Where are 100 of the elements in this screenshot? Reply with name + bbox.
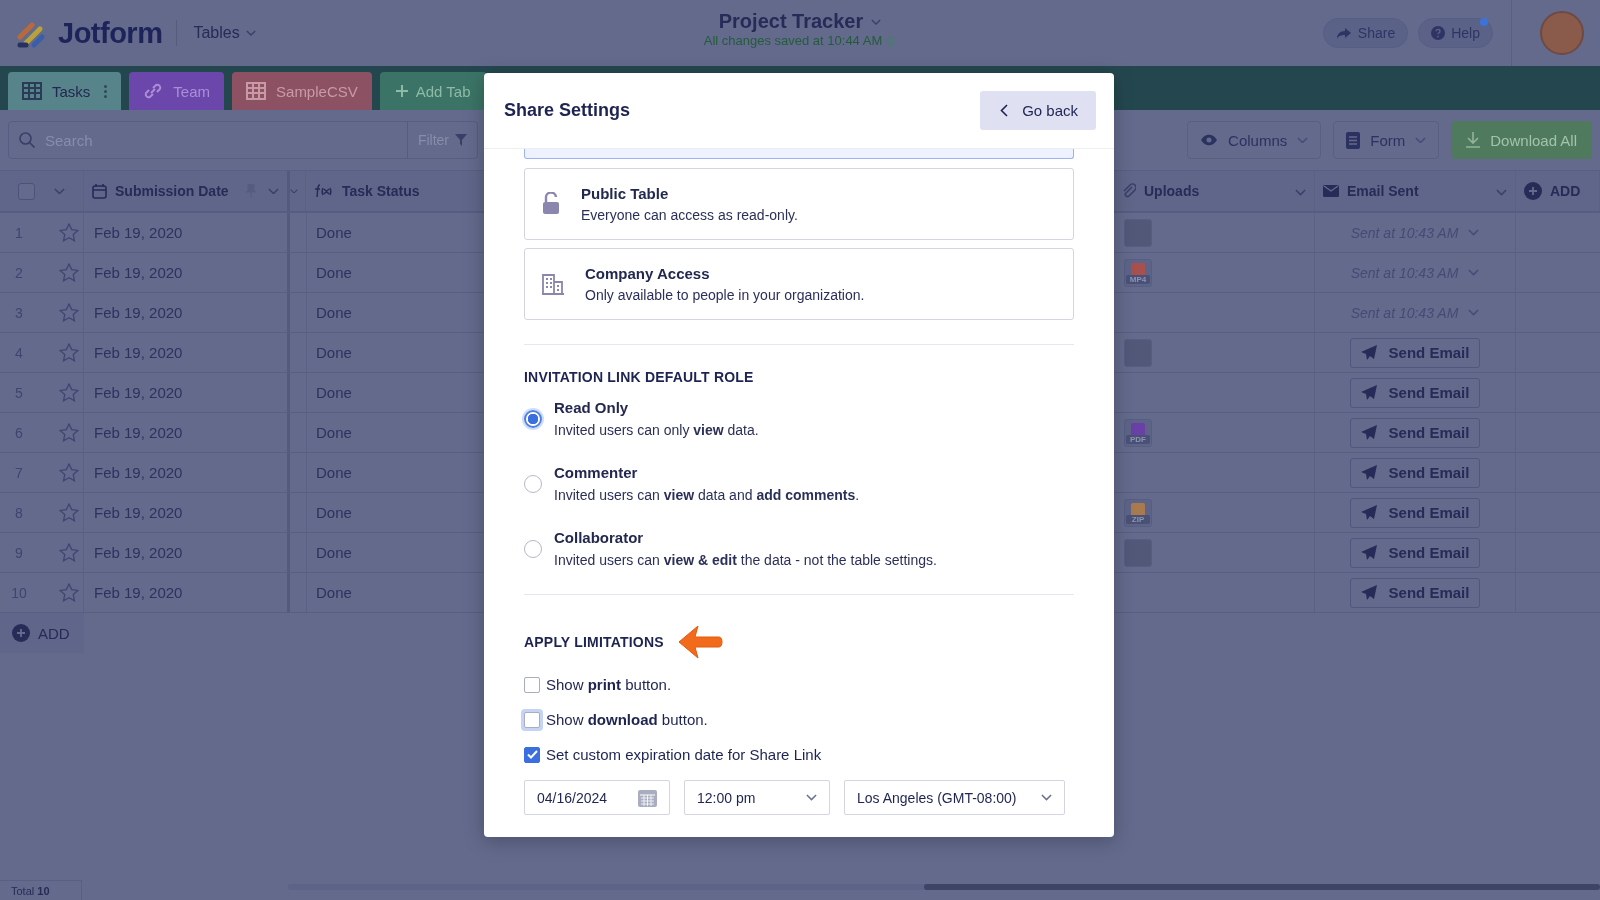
padlock-icon xyxy=(541,192,561,216)
table-cell: Feb 19, 2020 xyxy=(84,533,290,572)
more-icon[interactable] xyxy=(104,84,108,98)
tab[interactable]: Team xyxy=(129,72,225,110)
star-icon[interactable] xyxy=(59,503,79,522)
send-email-button[interactable]: Send Email xyxy=(1349,417,1481,448)
checkbox[interactable] xyxy=(524,676,540,693)
star-icon[interactable] xyxy=(59,303,79,322)
table-cell: Feb 19, 2020 xyxy=(84,213,290,252)
access-option-card[interactable]: Company Access Only available to people in your organization. xyxy=(524,248,1074,320)
table-cell: Feb 19, 2020 xyxy=(84,253,290,292)
calendar-icon[interactable] xyxy=(638,788,657,807)
total-count: Total 10 xyxy=(11,884,50,897)
timezone-dropdown[interactable]: Los Angeles (GMT-08:00) xyxy=(844,780,1065,815)
download-icon xyxy=(1466,132,1481,148)
file-icon[interactable]: MP4 xyxy=(1124,258,1152,287)
download-all-button[interactable]: Download All xyxy=(1451,121,1592,159)
plus-circle-icon xyxy=(1524,182,1542,200)
send-email-button[interactable]: Send Email xyxy=(1349,537,1481,568)
add-row-button[interactable]: ADD xyxy=(38,624,70,642)
dialog-title: Share Settings xyxy=(504,100,631,121)
send-email-button[interactable]: Send Email xyxy=(1349,337,1481,368)
avatar[interactable] xyxy=(1540,11,1584,55)
add-column-button[interactable]: ADD xyxy=(1550,183,1581,199)
send-email-button[interactable]: Send Email xyxy=(1349,377,1481,408)
star-icon[interactable] xyxy=(59,223,79,242)
time-dropdown[interactable]: 12:00 pm xyxy=(684,780,830,815)
file-icon[interactable]: ZIP xyxy=(1124,498,1152,527)
star-icon[interactable] xyxy=(59,583,79,602)
paperclip-icon xyxy=(1122,183,1136,199)
date-field[interactable]: 04/16/2024 xyxy=(524,780,670,815)
table-cell: Feb 19, 2020 xyxy=(84,493,290,532)
caret-icon xyxy=(1496,189,1507,196)
table-cell: Feb 19, 2020 xyxy=(84,293,290,332)
send-email-button[interactable]: Send Email xyxy=(1349,497,1481,528)
paper-plane-icon xyxy=(1360,345,1377,360)
columns-button[interactable]: Columns xyxy=(1187,121,1322,159)
star-icon[interactable] xyxy=(59,263,79,282)
radio-button[interactable] xyxy=(524,539,542,558)
form-button[interactable]: Form xyxy=(1333,121,1440,159)
file-thumbnail[interactable] xyxy=(1124,538,1152,567)
star-icon[interactable] xyxy=(59,423,79,442)
option-title: Company Access xyxy=(585,265,711,282)
checkbox-label[interactable]: Show print button. xyxy=(546,676,672,693)
paper-plane-icon xyxy=(1360,585,1377,600)
section-heading: APPLY LIMITATIONS xyxy=(524,634,664,650)
column-header[interactable]: Uploads xyxy=(1144,183,1200,199)
table-title[interactable]: Project Tracker xyxy=(718,10,864,33)
share-icon xyxy=(1335,26,1352,40)
checkbox[interactable] xyxy=(524,746,540,763)
radio-button[interactable] xyxy=(524,409,542,428)
caret-icon xyxy=(1468,269,1480,276)
table-cell: Feb 19, 2020 xyxy=(84,453,290,492)
horizontal-scrollbar[interactable] xyxy=(924,884,1600,890)
tab[interactable]: Tasks xyxy=(8,72,122,110)
star-icon[interactable] xyxy=(59,343,79,362)
role-title: Commenter xyxy=(554,464,639,481)
column-header[interactable]: Submission Date xyxy=(115,183,229,199)
star-icon[interactable] xyxy=(59,543,79,562)
checkbox-label[interactable]: Show download button. xyxy=(546,711,708,728)
caret-icon xyxy=(1295,189,1306,196)
save-status: All changes saved at 10:44 AM xyxy=(703,33,883,48)
grid-icon xyxy=(246,82,267,100)
plus-circle-icon xyxy=(12,624,30,642)
go-back-button[interactable]: Go back xyxy=(980,91,1096,130)
table-cell: Feb 19, 2020 xyxy=(84,333,290,372)
radio-button[interactable] xyxy=(524,474,542,493)
checkbox-label[interactable]: Set custom expiration date for Share Link xyxy=(546,746,822,763)
star-icon[interactable] xyxy=(59,463,79,482)
paper-plane-icon xyxy=(1360,465,1377,480)
role-description: Invited users can view & edit the data - not the table settings. xyxy=(554,552,937,568)
product-menu[interactable]: Tables xyxy=(193,24,240,42)
file-icon[interactable]: PDF xyxy=(1124,418,1152,447)
caret-icon xyxy=(1415,136,1427,144)
caret-icon xyxy=(1468,229,1480,236)
send-email-button[interactable]: Send Email xyxy=(1349,457,1481,488)
send-email-button[interactable]: Send Email xyxy=(1349,577,1481,608)
caret-icon xyxy=(245,30,256,36)
form-icon xyxy=(1346,131,1361,149)
caret-icon xyxy=(268,187,279,195)
column-header[interactable]: Task Status xyxy=(342,183,420,199)
add-tab-button[interactable]: Add Tab xyxy=(379,72,487,110)
caret-icon xyxy=(806,794,817,801)
file-thumbnail[interactable] xyxy=(1124,218,1152,247)
select-all-checkbox[interactable] xyxy=(17,182,35,200)
access-option-card[interactable]: Public Table Everyone can access as read-only. xyxy=(524,168,1074,240)
table-cell: Feb 19, 2020 xyxy=(84,413,290,452)
column-header[interactable]: Email Sent xyxy=(1347,183,1419,199)
link-icon xyxy=(143,81,164,101)
table-cell: Feb 19, 2020 xyxy=(84,373,290,412)
option-title: Public Table xyxy=(581,185,670,202)
grid-icon xyxy=(22,82,42,100)
filter-icon xyxy=(455,134,467,146)
star-icon[interactable] xyxy=(59,383,79,402)
caret-icon xyxy=(1041,794,1052,801)
file-thumbnail[interactable] xyxy=(1124,338,1152,367)
tab[interactable]: SampleCSV xyxy=(232,72,372,110)
paper-plane-icon xyxy=(1360,545,1377,560)
paper-plane-icon xyxy=(1360,505,1377,520)
caret-icon xyxy=(1468,309,1480,316)
